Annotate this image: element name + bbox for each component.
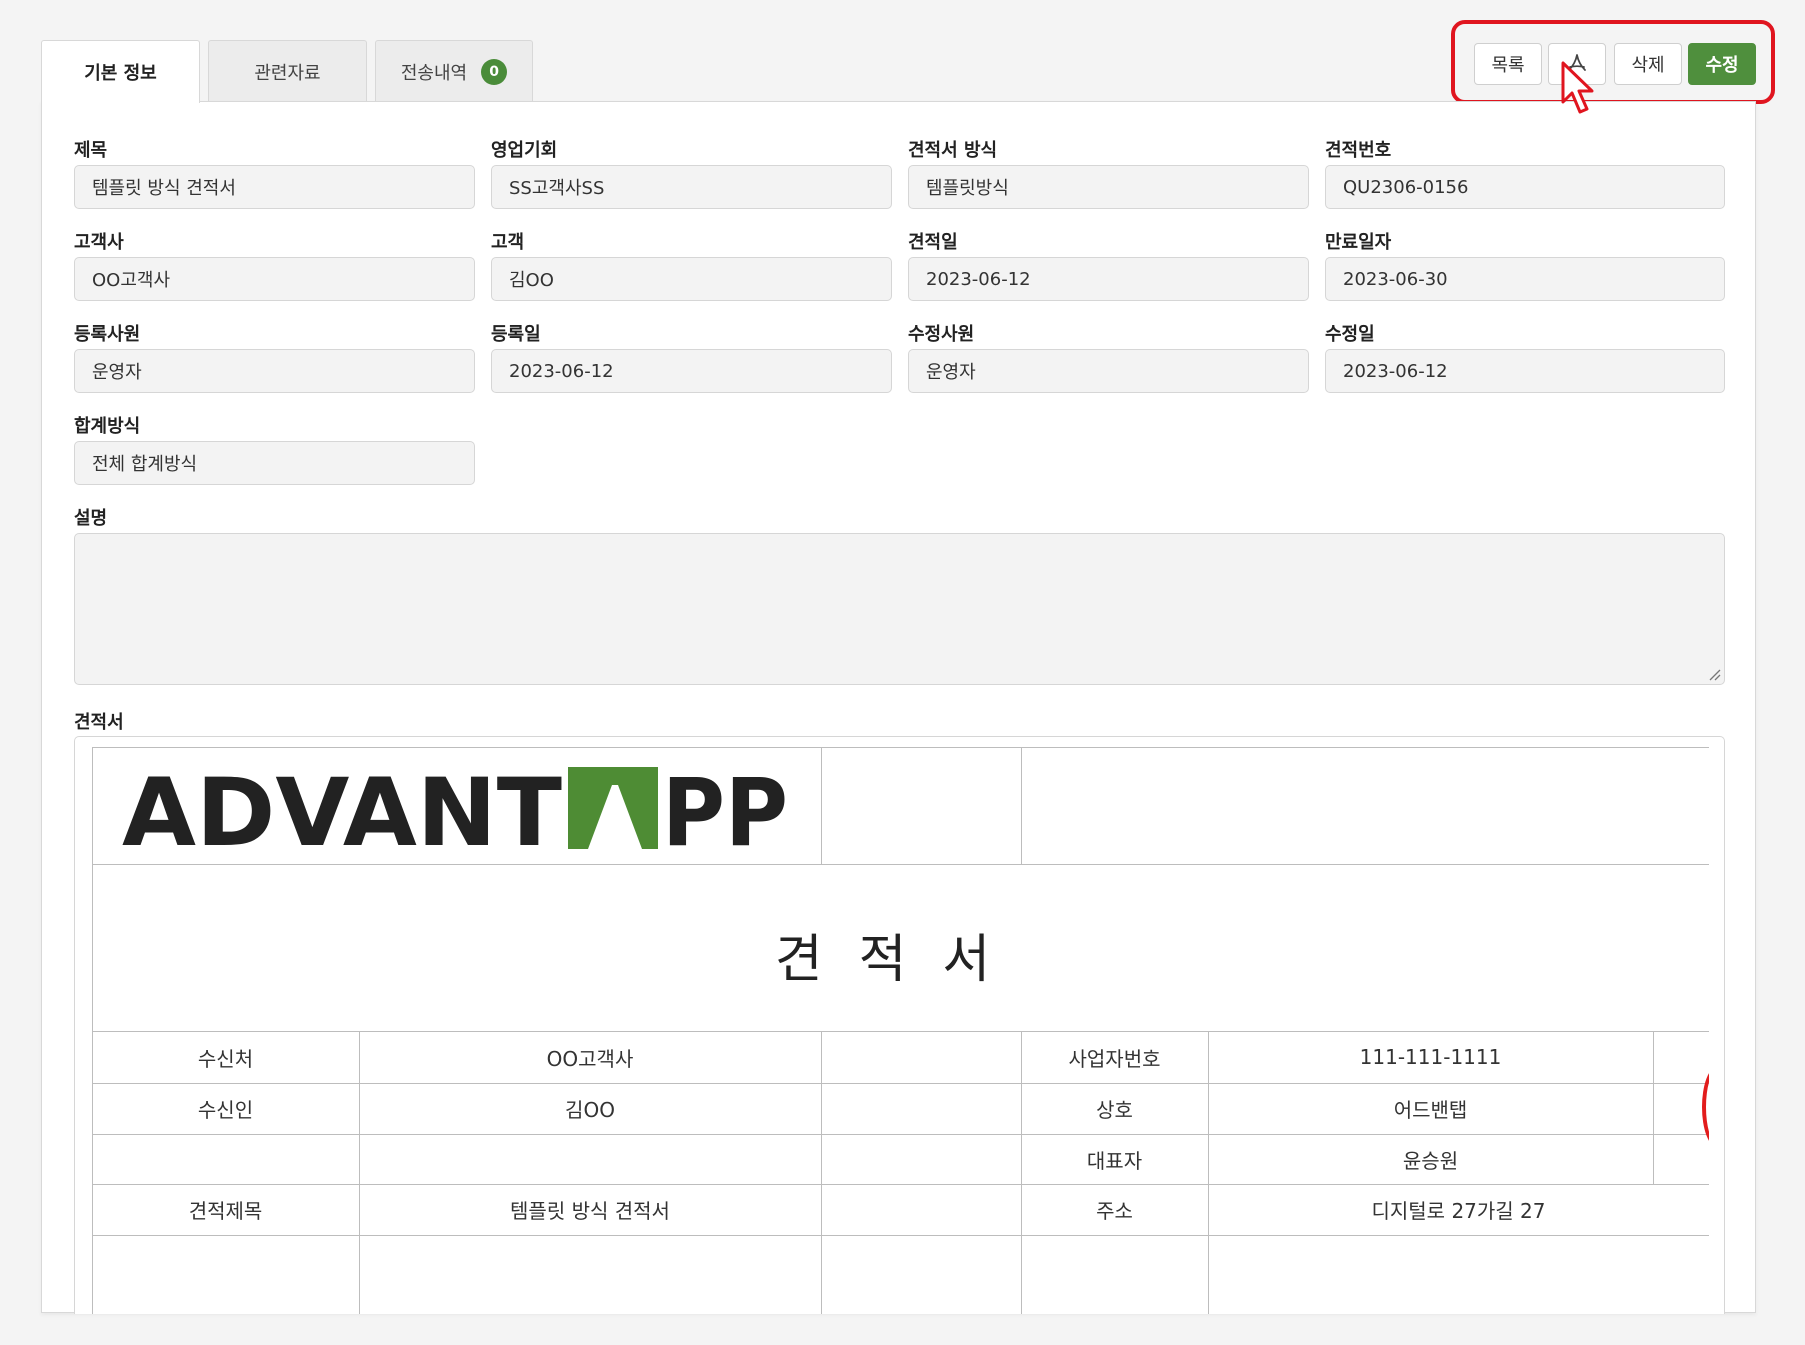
resize-handle-icon[interactable] (1707, 667, 1721, 681)
quote-document-preview: ADVANT PP 견적서 수신처 OO고객사 사업자번호 111-111-11… (74, 736, 1725, 1314)
quote-document-label: 견적서 (74, 712, 124, 733)
quote-number-label: 견적번호 (1325, 140, 1392, 161)
title-label: 제목 (74, 140, 108, 161)
list-button-label: 목록 (1491, 55, 1525, 76)
tab-bar: 기본 정보 관련자료 전송내역 0 (41, 40, 541, 103)
quote-document-title: 견적서 (774, 930, 1027, 990)
quote-document-table: ADVANT PP 견적서 수신처 OO고객사 사업자번호 111-111-11… (92, 747, 1709, 1314)
edit-button-label: 수정 (1705, 55, 1739, 76)
svg-text:PP: PP (662, 765, 788, 851)
row-value: 어드밴탭 (1393, 1098, 1468, 1122)
row-key (92, 1134, 359, 1184)
customer-company-field[interactable]: OO고객사 (74, 257, 475, 301)
row-key: 사업자번호 (1068, 1046, 1161, 1071)
registered-date-label: 등록일 (491, 324, 541, 345)
registered-by-label: 등록사원 (74, 324, 141, 345)
tab-label: 관련자료 (254, 62, 321, 84)
modified-date-label: 수정일 (1325, 324, 1375, 345)
modified-date-field[interactable]: 2023-06-12 (1325, 349, 1725, 393)
list-button[interactable]: 목록 (1474, 43, 1542, 85)
advantapp-logo: ADVANT PP (122, 765, 788, 851)
company-seal-stamp (1702, 1067, 1709, 1147)
total-method-field[interactable]: 전체 합계방식 (74, 441, 475, 485)
customer-field[interactable]: 김OO (491, 257, 892, 301)
total-method-label: 합계방식 (74, 416, 141, 437)
tab-label: 기본 정보 (84, 63, 157, 84)
row-key: 수신인 (197, 1098, 254, 1122)
opportunity-field[interactable]: SS고객사SS (491, 165, 892, 209)
expiry-date-field[interactable]: 2023-06-30 (1325, 257, 1725, 301)
quote-date-label: 견적일 (908, 232, 958, 253)
tab-related-materials[interactable]: 관련자료 (208, 40, 367, 102)
customer-company-label: 고객사 (74, 232, 124, 253)
opportunity-label: 영업기회 (491, 140, 558, 161)
modified-by-field[interactable]: 운영자 (908, 349, 1309, 393)
delete-button-label: 삭제 (1631, 55, 1665, 76)
row-value (359, 1134, 821, 1184)
quote-date-field[interactable]: 2023-06-12 (908, 257, 1309, 301)
customer-label: 고객 (491, 232, 525, 253)
registered-date-field[interactable]: 2023-06-12 (491, 349, 892, 393)
detail-panel: 제목 템플릿 방식 견적서 영업기회 SS고객사SS 견적서 방식 템플릿방식 … (41, 101, 1756, 1314)
description-textarea[interactable] (74, 533, 1725, 685)
quote-number-field[interactable]: QU2306-0156 (1325, 165, 1725, 209)
row-key: 상호 (1096, 1098, 1133, 1122)
row-value: 윤승원 (1402, 1148, 1459, 1173)
row-value: 템플릿 방식 견적서 (510, 1199, 670, 1223)
tab-label: 전송내역 (400, 62, 468, 84)
delete-button[interactable]: 삭제 (1614, 43, 1682, 85)
expiry-date-label: 만료일자 (1325, 232, 1392, 253)
mouse-cursor-icon (1561, 61, 1594, 114)
svg-text:ADVANT: ADVANT (122, 765, 562, 851)
registered-by-field[interactable]: 운영자 (74, 349, 475, 393)
tab-transmission-history[interactable]: 전송내역 0 (375, 40, 533, 102)
row-value: 111-111-1111 (1359, 1045, 1502, 1069)
row-key: 주소 (1096, 1199, 1133, 1223)
quote-method-field[interactable]: 템플릿방식 (908, 165, 1309, 209)
tab-basic-info[interactable]: 기본 정보 (41, 40, 200, 103)
description-label: 설명 (74, 508, 108, 529)
edit-button[interactable]: 수정 (1688, 43, 1756, 85)
modified-by-label: 수정사원 (908, 324, 975, 345)
row-value: 김OO (565, 1098, 615, 1122)
row-value: OO고객사 (546, 1046, 634, 1071)
row-value: 디지털로 27가길 27 (1371, 1199, 1546, 1223)
quote-method-label: 견적서 방식 (908, 140, 998, 161)
count-badge: 0 (481, 58, 508, 85)
row-key: 수신처 (197, 1046, 254, 1071)
row-key: 대표자 (1086, 1148, 1143, 1173)
title-field[interactable]: 템플릿 방식 견적서 (74, 165, 475, 209)
row-key: 견적제목 (188, 1199, 263, 1223)
